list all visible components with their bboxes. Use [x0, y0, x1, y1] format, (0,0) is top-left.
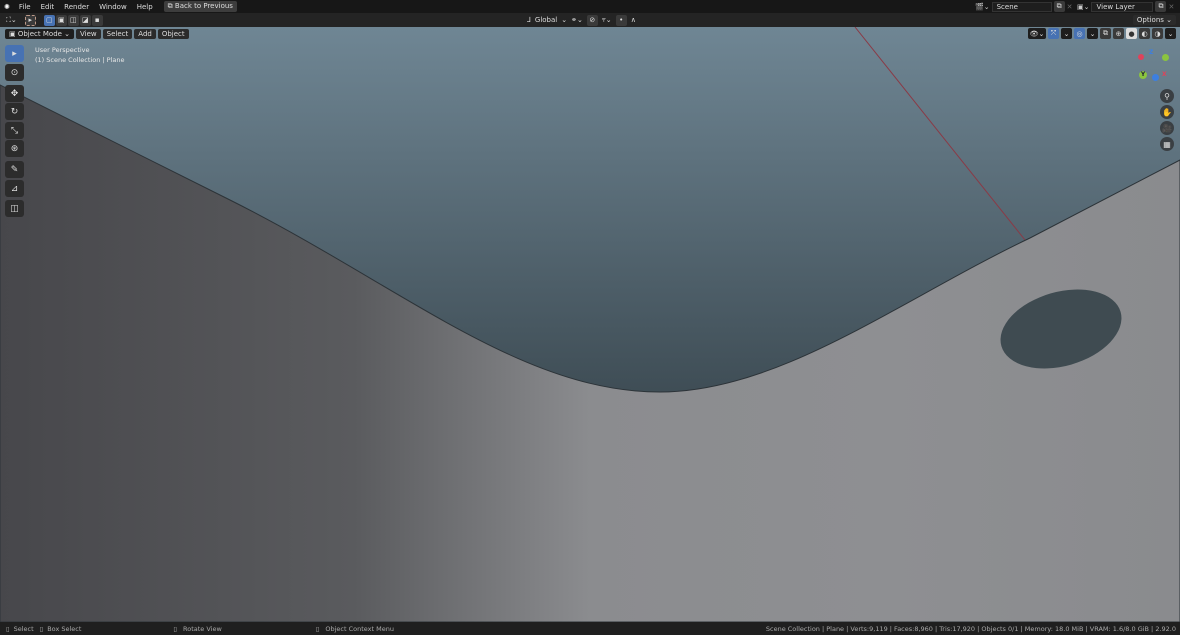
mode-intersect-icon[interactable]: ▪ — [91, 14, 103, 26]
view-layer-field[interactable]: View Layer — [1091, 1, 1154, 12]
menu-edit[interactable]: Edit — [36, 3, 60, 11]
selection-mode-icons[interactable]: ▢ ▣ ◫ ◪ ▪ — [43, 14, 103, 26]
y-axis-label[interactable]: Y — [1139, 71, 1147, 79]
new-view-layer-icon[interactable]: ⧉ — [1155, 1, 1167, 12]
x-axis-label[interactable]: X — [1162, 71, 1167, 78]
overlay-toggle-icon[interactable]: ◎ — [1074, 28, 1085, 39]
top-menu-bar: ✺ File Edit Render Window Help ⧉ Back to… — [0, 0, 1180, 13]
select-box-tool-icon[interactable]: ▸ — [5, 45, 24, 62]
back-to-previous-button[interactable]: ⧉ Back to Previous — [163, 1, 237, 12]
mode-invert-icon[interactable]: ◪ — [79, 14, 91, 26]
neg-z-handle[interactable] — [1152, 74, 1159, 81]
mode-extend-icon[interactable]: ▣ — [55, 14, 67, 26]
blender-logo-icon[interactable]: ✺ — [0, 3, 14, 11]
viewport-scene — [0, 27, 1180, 622]
mode-set-icon[interactable]: ▢ — [43, 14, 55, 26]
menu-object[interactable]: Object — [157, 29, 189, 39]
neg-x-handle[interactable] — [1138, 54, 1144, 60]
collection-label: (1) Scene Collection | Plane — [35, 56, 125, 64]
mouse-drag-icon: ▯ — [39, 624, 44, 633]
scene-icon[interactable]: 🎬⌄ — [975, 3, 990, 11]
transform-tool-icon[interactable]: ⊛ — [5, 140, 24, 157]
navigation-gizmo[interactable]: Z Y X — [1136, 47, 1176, 85]
solid-shading-icon[interactable]: ● — [1126, 28, 1137, 39]
object-mode-dropdown[interactable]: ▣ Object Mode ⌄ — [5, 29, 75, 39]
orientation-icon[interactable]: ⅃ — [527, 16, 531, 24]
3d-viewport[interactable]: ▣ Object Mode ⌄ View Select Add Object U… — [0, 27, 1180, 622]
new-scene-icon[interactable]: ⧉ — [1053, 1, 1065, 12]
measure-tool-icon[interactable]: ⊿ — [5, 180, 24, 197]
chevron-down-icon[interactable]: ⌄ — [1165, 28, 1176, 39]
menu-add[interactable]: Add — [134, 29, 156, 39]
scene-field[interactable]: Scene — [991, 1, 1052, 12]
annotate-tool-icon[interactable]: ✎ — [5, 161, 24, 178]
proportional-edit-icon[interactable]: • — [615, 14, 627, 26]
menu-window[interactable]: Window — [94, 3, 132, 11]
editor-type-icon[interactable]: ⛶⌄ — [6, 16, 17, 25]
close-icon[interactable]: ✕ — [1168, 3, 1174, 11]
grid-perspective-icon[interactable]: ▦ — [1160, 137, 1174, 151]
neg-y-handle[interactable] — [1162, 54, 1169, 61]
menu-file[interactable]: File — [14, 3, 36, 11]
mouse-right-icon: ▯ — [315, 624, 320, 633]
wireframe-shading-icon[interactable]: ⊕ — [1113, 28, 1124, 39]
scale-tool-icon[interactable]: ⤡ — [5, 122, 24, 139]
tool-header: ⛶⌄ ▸ ▢ ▣ ◫ ◪ ▪ ⅃ Global ⌄ ⚭⌄ ⊘ ⫧⌄ • ∧ Options… — [0, 13, 1180, 27]
rendered-shading-icon[interactable]: ◑ — [1152, 28, 1163, 39]
scene-statistics: Scene Collection | Plane | Verts:9,119 |… — [765, 624, 1176, 633]
gizmo-toggle-icon[interactable]: ⤧ — [1048, 28, 1059, 39]
z-axis-label[interactable]: Z — [1149, 49, 1153, 56]
menu-render[interactable]: Render — [59, 3, 94, 11]
mouse-middle-icon: ▯ — [173, 624, 177, 633]
options-dropdown[interactable]: Options ⌄ — [1132, 15, 1176, 25]
chevron-down-icon[interactable]: ⌄ — [1061, 28, 1072, 39]
context-menu-hint: Object Context Menu — [325, 624, 394, 633]
chevron-down-icon: ⌄ — [561, 16, 568, 24]
back-label: Back to Previous — [174, 2, 233, 10]
perspective-label: User Perspective — [35, 46, 90, 54]
chevron-down-icon[interactable]: ⌄ — [1087, 28, 1098, 39]
mode-label: Object Mode — [17, 30, 62, 38]
xray-icon[interactable]: ⧉ — [1100, 28, 1111, 39]
move-tool-icon[interactable]: ✥ — [5, 85, 24, 102]
menu-select[interactable]: Select — [102, 29, 133, 39]
status-bar: ▯ Select ▯ Box Select ▯ Rotate View ▯ Ob… — [0, 622, 1180, 635]
add-cube-tool-icon[interactable]: ◫ — [5, 200, 24, 217]
options-label: Options — [1136, 16, 1164, 24]
rotate-view-hint: Rotate View — [183, 624, 222, 633]
camera-icon[interactable]: 🎥 — [1160, 121, 1174, 135]
menu-view[interactable]: View — [76, 29, 101, 39]
pivot-icon[interactable]: ⚭⌄ — [571, 16, 583, 24]
close-icon[interactable]: ✕ — [1067, 3, 1073, 11]
falloff-icon[interactable]: ∧ — [631, 16, 636, 24]
pan-hand-icon[interactable]: ✋ — [1160, 105, 1174, 119]
cursor-tool-icon[interactable]: ⊙ — [5, 64, 24, 81]
mouse-left-icon: ▯ — [6, 624, 10, 633]
rotate-tool-icon[interactable]: ↻ — [5, 103, 24, 120]
snap-target-icon[interactable]: ⫧⌄ — [602, 16, 612, 25]
snap-icon[interactable]: ⊘ — [586, 14, 598, 26]
visibility-icon[interactable]: 👁⌄ — [1028, 28, 1046, 39]
orientation-dropdown[interactable]: Global — [535, 16, 557, 24]
view-layer-icon[interactable]: ▣⌄ — [1077, 3, 1089, 11]
mode-subtract-icon[interactable]: ◫ — [67, 14, 79, 26]
box-select-hint: Box Select — [47, 624, 82, 633]
select-tool-icon[interactable]: ▸ — [24, 14, 36, 26]
select-hint: Select — [13, 624, 34, 633]
zoom-icon[interactable]: ⚲ — [1160, 89, 1174, 103]
material-shading-icon[interactable]: ◐ — [1139, 28, 1150, 39]
menu-help[interactable]: Help — [132, 3, 158, 11]
